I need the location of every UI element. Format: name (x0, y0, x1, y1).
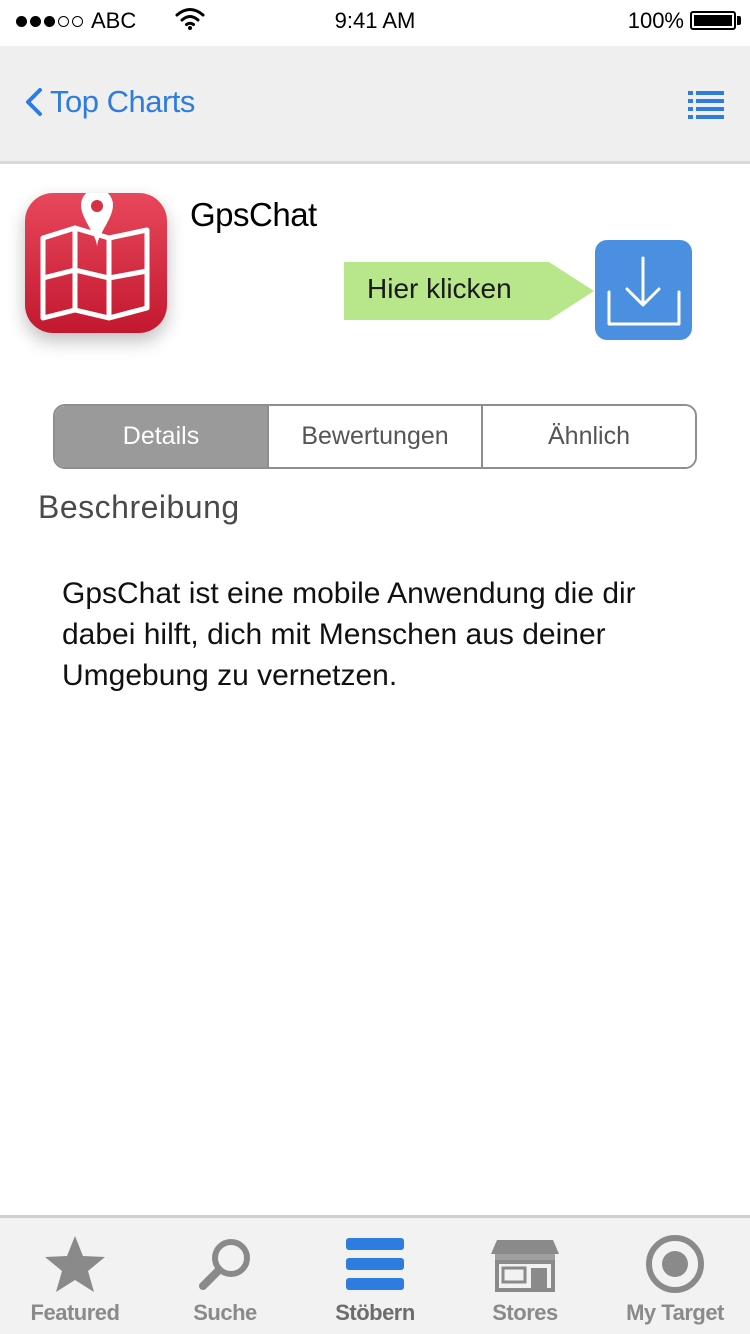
tab-label: Suche (193, 1300, 257, 1325)
tab-bar: Featured Suche Stöbern Stores My Target (0, 1215, 750, 1334)
tab-label: Stöbern (335, 1300, 415, 1325)
description-text: GpsChat ist eine mobile Anwendung die di… (62, 577, 636, 692)
hint-label: Hier klicken (367, 273, 512, 304)
battery-percent: 100% (627, 8, 684, 33)
app-detail-screen: ABC 9:41 AM 100% Top Charts GpsChat Hier… (0, 0, 750, 1334)
tab-bewertungen[interactable]: Bewertungen (267, 406, 481, 467)
list-icon[interactable] (688, 91, 724, 119)
download-button[interactable] (595, 240, 692, 340)
map-pin-icon (40, 193, 150, 321)
star-icon (45, 1236, 105, 1292)
segmented-control: Details Bewertungen Ähnlich (53, 404, 697, 469)
tab-stoebern[interactable]: Stöbern (300, 1218, 450, 1334)
tab-label: Featured (30, 1300, 120, 1325)
list-icon (346, 1238, 404, 1290)
tab-featured[interactable]: Featured (0, 1218, 150, 1334)
battery-tip (737, 16, 741, 25)
tab-label: Stores (492, 1300, 558, 1325)
back-label: Top Charts (50, 84, 195, 119)
description-title: Beschreibung (38, 489, 240, 525)
battery-icon (690, 11, 736, 30)
tab-details[interactable]: Details (55, 406, 267, 467)
status-bar: ABC 9:41 AM 100% (0, 0, 750, 40)
app-name: GpsChat (190, 196, 317, 233)
search-icon (199, 1239, 250, 1290)
tab-suche[interactable]: Suche (150, 1218, 300, 1334)
tab-my-target[interactable]: My Target (600, 1218, 750, 1334)
tab-aehnlich[interactable]: Ähnlich (481, 406, 695, 467)
tab-stores[interactable]: Stores (450, 1218, 600, 1334)
download-icon (607, 256, 681, 326)
app-icon (25, 193, 167, 333)
target-icon (646, 1235, 704, 1293)
chevron-left-icon (26, 88, 42, 116)
store-icon (491, 1240, 559, 1292)
tab-label: My Target (626, 1300, 724, 1325)
back-button[interactable]: Top Charts (24, 84, 195, 120)
